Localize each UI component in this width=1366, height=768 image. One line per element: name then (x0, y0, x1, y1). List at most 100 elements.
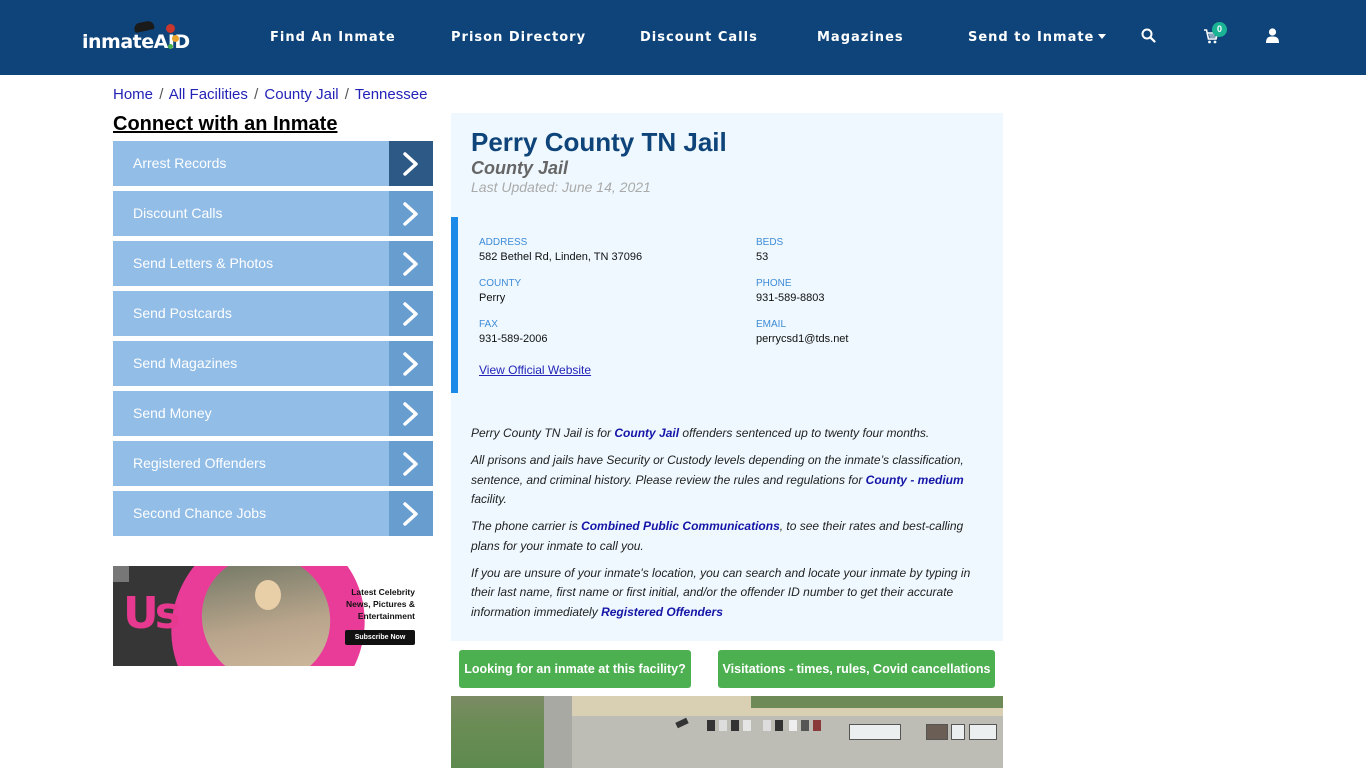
address-label: ADDRESS (479, 237, 528, 248)
map-building (926, 724, 948, 740)
sidebar-item-send-letters-photos[interactable]: Send Letters & Photos (113, 241, 433, 286)
breadcrumb: Home / All Facilities / County Jail / Te… (113, 86, 427, 103)
sidebar-item-label: Discount Calls (133, 205, 223, 221)
nav-send-to-inmate-label: Send to Inmate (968, 30, 1095, 45)
sidebar-item-label: Send Letters & Photos (133, 255, 274, 271)
nav-find-an-inmate[interactable]: Find An Inmate (270, 30, 396, 45)
description-text: facility. (471, 492, 507, 506)
ad-decoration (113, 566, 129, 582)
sidebar-item-label: Send Magazines (133, 355, 238, 371)
chevron-right-icon (389, 241, 433, 286)
breadcrumb-separator: / (159, 86, 164, 103)
sidebar-item-second-chance-jobs[interactable]: Second Chance Jobs (113, 491, 433, 536)
ad-brand-logo: Us (123, 588, 181, 639)
facility-satellite-map[interactable] (451, 696, 1003, 768)
map-vehicle (801, 720, 809, 731)
ad-tagline-line: Entertainment (357, 611, 415, 621)
address-value: 582 Bethel Rd, Linden, TN 37096 (479, 251, 643, 263)
sidebar-item-send-magazines[interactable]: Send Magazines (113, 341, 433, 386)
sidebar-title: Connect with an Inmate (113, 113, 338, 135)
description-text: offenders sentenced up to twenty four mo… (679, 426, 930, 440)
breadcrumb-home[interactable]: Home (113, 86, 153, 103)
visitations-button[interactable]: Visitations - times, rules, Covid cancel… (718, 650, 995, 688)
nav-send-to-inmate[interactable]: Send to Inmate (968, 30, 1107, 45)
sidebar-item-arrest-records[interactable]: Arrest Records (113, 141, 433, 186)
logo-suffix: AID (153, 31, 191, 53)
description-text: Perry County TN Jail is for (471, 426, 615, 440)
top-navbar: inmateAID Find An Inmate Prison Director… (0, 0, 1366, 75)
cart-count-badge: 0 (1212, 22, 1227, 37)
map-vehicle (789, 720, 797, 731)
last-updated: Last Updated: June 14, 2021 (471, 179, 651, 195)
inmateaid-logo[interactable]: inmateAID (82, 20, 190, 56)
nav-magazines[interactable]: Magazines (817, 30, 904, 45)
sidebar-menu: Arrest Records Discount Calls Send Lette… (113, 141, 433, 541)
email-field: EMAIL perrycsd1@tds.net (756, 319, 849, 345)
map-road (544, 696, 572, 768)
sidebar-item-send-money[interactable]: Send Money (113, 391, 433, 436)
breadcrumb-separator: / (254, 86, 259, 103)
phone-carrier-link[interactable]: Combined Public Communications (581, 519, 780, 533)
map-vehicle (719, 720, 727, 731)
chevron-right-icon (389, 391, 433, 436)
map-vehicle (731, 720, 739, 731)
description-paragraph: Perry County TN Jail is for County Jail … (471, 424, 986, 444)
email-value[interactable]: perrycsd1@tds.net (756, 333, 849, 345)
map-vehicle (743, 720, 751, 731)
us-weekly-ad-banner[interactable]: Us Latest Celebrity News, Pictures & Ent… (113, 566, 423, 666)
facility-name: Perry County TN Jail (471, 127, 727, 157)
sidebar-item-label: Arrest Records (133, 155, 227, 171)
description-paragraph: The phone carrier is Combined Public Com… (471, 517, 986, 556)
county-label: COUNTY (479, 278, 522, 289)
ad-photo-person (255, 580, 281, 610)
phone-field: PHONE 931-589-8803 (756, 278, 825, 304)
search-icon[interactable] (1141, 28, 1156, 48)
nav-discount-calls[interactable]: Discount Calls (640, 30, 758, 45)
sidebar-item-label: Registered Offenders (133, 455, 266, 471)
breadcrumb-all-facilities[interactable]: All Facilities (169, 86, 248, 103)
chevron-right-icon (389, 141, 433, 186)
sidebar-item-send-postcards[interactable]: Send Postcards (113, 291, 433, 336)
logo-decoration (172, 35, 179, 42)
phone-value: 931-589-8803 (756, 292, 825, 304)
county-field: COUNTY Perry (479, 278, 521, 304)
map-building (969, 724, 997, 740)
breadcrumb-separator: / (344, 86, 349, 103)
facility-type: County Jail (471, 158, 569, 178)
chevron-right-icon (389, 491, 433, 536)
map-vehicle (707, 720, 715, 731)
breadcrumb-tennessee[interactable]: Tennessee (355, 86, 428, 103)
sidebar-item-label: Send Money (133, 405, 212, 421)
map-vehicle (775, 720, 783, 731)
view-official-website-link[interactable]: View Official Website (479, 363, 591, 377)
user-icon[interactable] (1266, 28, 1279, 48)
sidebar-item-label: Second Chance Jobs (133, 505, 267, 521)
description-text: The phone carrier is (471, 519, 582, 533)
logo-decoration (168, 44, 173, 49)
fax-value: 931-589-2006 (479, 333, 548, 345)
fax-label: FAX (479, 319, 498, 330)
beds-value: 53 (756, 251, 769, 263)
ad-subscribe-button[interactable]: Subscribe Now (345, 630, 415, 645)
county-jail-link[interactable]: County Jail (614, 426, 679, 440)
fax-field: FAX 931-589-2006 (479, 319, 548, 345)
county-medium-link[interactable]: County - medium (866, 473, 964, 487)
map-terrain (451, 696, 546, 768)
find-inmate-at-facility-button[interactable]: Looking for an inmate at this facility? (459, 650, 691, 688)
facility-card: Perry County TN Jail County Jail Last Up… (451, 113, 1003, 641)
nav-prison-directory[interactable]: Prison Directory (451, 30, 586, 45)
registered-offenders-link[interactable]: Registered Offenders (601, 605, 723, 619)
address-field: ADDRESS 582 Bethel Rd, Linden, TN 37096 (479, 237, 642, 263)
phone-label: PHONE (756, 278, 792, 289)
map-building (849, 724, 901, 740)
chevron-right-icon (389, 191, 433, 236)
breadcrumb-county-jail[interactable]: County Jail (264, 86, 338, 103)
beds-label: BEDS (756, 237, 784, 248)
sidebar-item-discount-calls[interactable]: Discount Calls (113, 191, 433, 236)
description-paragraph: If you are unsure of your inmate's locat… (471, 564, 986, 623)
description-paragraph: All prisons and jails have Security or C… (471, 451, 986, 510)
chevron-right-icon (389, 291, 433, 336)
sidebar-item-label: Send Postcards (133, 305, 232, 321)
ad-tagline: Latest Celebrity News, Pictures & Entert… (346, 586, 415, 622)
sidebar-item-registered-offenders[interactable]: Registered Offenders (113, 441, 433, 486)
